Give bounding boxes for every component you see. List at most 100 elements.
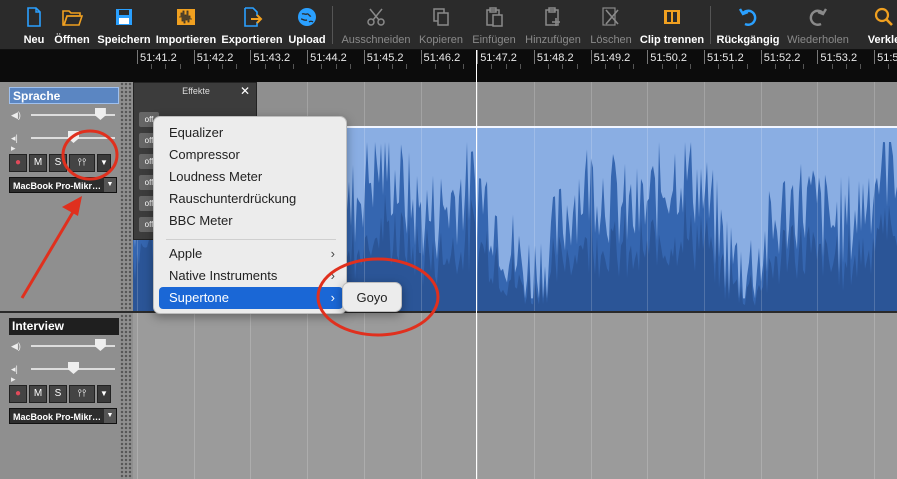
- timeline-grid-line: [363, 313, 365, 479]
- toolbar-button-importieren[interactable]: Importieren: [155, 2, 217, 48]
- toolbar-button-label: Kopieren: [418, 34, 464, 46]
- track-resize-grip[interactable]: [120, 82, 132, 312]
- toolbar-button-löschen[interactable]: Löschen: [588, 2, 634, 48]
- track-name-interview[interactable]: Interview: [9, 318, 119, 335]
- input-device-label: MacBook Pro-Mikr…: [13, 181, 102, 191]
- slider-knob[interactable]: [68, 362, 79, 374]
- volume-slider[interactable]: ◀): [9, 108, 119, 122]
- submenu-item-supertone[interactable]: Supertone ›: [159, 287, 343, 309]
- ruler-minor-tick: [321, 64, 323, 69]
- save-icon: [113, 2, 135, 34]
- effects-context-menu: Equalizer Compressor Loudness Meter Rauschu…: [153, 116, 347, 314]
- ruler-time-label: 51:50.2: [650, 52, 687, 64]
- effects-button[interactable]: ⫯⫯: [69, 154, 95, 172]
- track-resize-grip[interactable]: [120, 314, 132, 479]
- globe-icon: [296, 2, 318, 34]
- timeline-grid-line: [307, 313, 309, 479]
- submenu-item-label: Native Instruments: [169, 268, 278, 283]
- record-button[interactable]: ●: [9, 154, 27, 172]
- menu-item-compressor[interactable]: Compressor: [159, 144, 343, 166]
- mute-button[interactable]: M: [29, 385, 47, 403]
- toolbar-button-ausschneiden[interactable]: Ausschneiden: [338, 2, 414, 48]
- solo-button[interactable]: S: [49, 385, 67, 403]
- toolbar-button-upload[interactable]: Upload: [286, 2, 328, 48]
- timeline-grid-line: [704, 313, 705, 479]
- effects-button[interactable]: ⫯⫯: [69, 385, 95, 403]
- ruler-minor-tick: [207, 64, 209, 69]
- ruler-tick: [307, 50, 309, 64]
- menu-separator: [166, 239, 336, 240]
- timeline-grid-line: [250, 313, 252, 479]
- playhead[interactable]: [476, 50, 477, 479]
- slider-knob[interactable]: [94, 339, 106, 351]
- ruler-time-label: 51:47.2: [480, 52, 517, 64]
- toolbar-button-label: Ausschneiden: [341, 34, 411, 46]
- chevron-down-icon[interactable]: ▼: [97, 154, 111, 172]
- delete-icon: [600, 2, 622, 34]
- ruler-minor-tick: [619, 64, 620, 69]
- timeline-grid-line: [477, 313, 479, 479]
- toolbar-button-hinzufügen[interactable]: Hinzufügen: [521, 2, 585, 48]
- menu-item-loudness-meter[interactable]: Loudness Meter: [159, 166, 343, 188]
- slider-knob[interactable]: [68, 131, 79, 143]
- ruler-tick: [760, 50, 762, 64]
- toolbar-button-einfügen[interactable]: Einfügen: [470, 2, 518, 48]
- ruler-time-label: 51:45.2: [366, 52, 404, 64]
- supertone-submenu-item-goyo[interactable]: Goyo: [342, 282, 402, 312]
- toolbar-button-speichern[interactable]: Speichern: [96, 2, 152, 48]
- menu-item-equalizer[interactable]: Equalizer: [159, 122, 343, 144]
- undo-icon: [737, 2, 759, 34]
- ruler-time-label: 51:5: [877, 52, 897, 64]
- toolbar-button-rückgängig[interactable]: Rückgängig: [716, 2, 780, 48]
- menu-item-bbc-meter[interactable]: BBC Meter: [159, 210, 343, 232]
- ruler-minor-tick: [661, 64, 663, 69]
- pan-slider[interactable]: ◂|▸: [9, 131, 119, 153]
- chevron-right-icon: ›: [330, 290, 335, 305]
- ruler-time-label: 51:52.2: [763, 52, 801, 64]
- slider-knob[interactable]: [94, 108, 106, 120]
- ruler-tick: [420, 50, 422, 64]
- ruler-tick: [137, 50, 138, 64]
- pan-slider[interactable]: ◂|▸: [9, 362, 119, 384]
- close-icon[interactable]: ✕: [240, 84, 250, 98]
- solo-button[interactable]: S: [49, 154, 67, 172]
- speaker-icon: ◀): [11, 110, 21, 120]
- ruler-minor-tick: [335, 64, 337, 69]
- timeline-grid-line: [817, 82, 819, 312]
- submenu-item-apple[interactable]: Apple ›: [159, 243, 343, 265]
- input-device-select[interactable]: MacBook Pro-Mikr… ▼: [9, 177, 117, 193]
- timeline-ruler[interactable]: 51:41.2 51:42.2 51:43.2 51:44.2 51:45.2 51:46…: [0, 50, 897, 82]
- toolbar-button-clip-trennen[interactable]: Clip trennen: [638, 2, 706, 48]
- track-name-sprache[interactable]: Sprache: [9, 87, 119, 104]
- ruler-minor-tick: [732, 64, 734, 69]
- track-lane-interview[interactable]: [133, 313, 897, 479]
- ruler-minor-tick: [562, 64, 564, 69]
- chevron-down-icon[interactable]: ▼: [97, 385, 111, 403]
- submenu-item-native-instruments[interactable]: Native Instruments ›: [159, 265, 343, 287]
- ruler-minor-tick: [236, 64, 238, 69]
- toolbar-separator: [332, 6, 333, 44]
- ruler-time-label: 51:49.2: [593, 52, 631, 64]
- input-device-select[interactable]: MacBook Pro-Mikr… ▼: [9, 408, 117, 424]
- record-button[interactable]: ●: [9, 385, 27, 403]
- ruler-minor-tick: [434, 64, 436, 69]
- ruler-minor-tick: [746, 64, 748, 69]
- timeline-grid-line: [647, 313, 649, 479]
- toolbar-button-exportieren[interactable]: Exportieren: [220, 2, 284, 48]
- mute-button[interactable]: M: [29, 154, 47, 172]
- toolbar-button-label: Verkle: [867, 34, 897, 46]
- toolbar-button-label: Öffnen: [54, 34, 90, 46]
- ruler-minor-tick: [392, 64, 394, 69]
- ruler-tick: [363, 50, 365, 64]
- toolbar-button-wiederholen[interactable]: Wiederholen: [784, 2, 852, 48]
- toolbar-button-verkle[interactable]: Verkle: [864, 2, 897, 48]
- toolbar-button-kopieren[interactable]: Kopieren: [417, 2, 465, 48]
- track-button-row: ● M S ⫯⫯ ▼: [9, 154, 111, 172]
- chevron-down-icon: ▼: [104, 409, 116, 423]
- volume-slider[interactable]: ◀): [9, 339, 119, 353]
- toolbar-button-öffnen[interactable]: Öffnen: [52, 2, 92, 48]
- ruler-minor-tick: [264, 64, 266, 69]
- toolbar-button-neu[interactable]: Neu: [12, 2, 56, 48]
- ruler-minor-tick: [378, 64, 379, 69]
- menu-item-rauschunterdrückung[interactable]: Rauschunterdrückung: [159, 188, 343, 210]
